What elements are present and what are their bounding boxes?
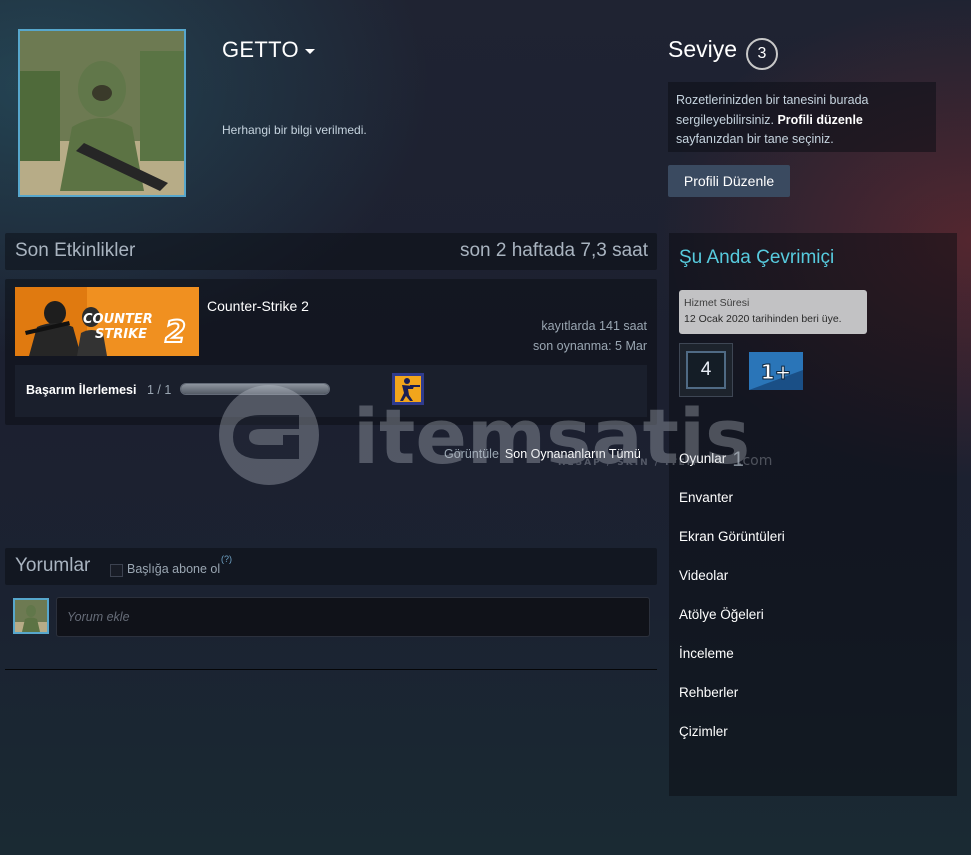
game-capsule-art: COUNTER STRIKE 2 xyxy=(15,287,199,356)
sidebar-item-label: Envanter xyxy=(679,490,734,505)
sidebar-item-label: Oyunlar xyxy=(679,451,727,466)
recent-game: COUNTER STRIKE 2 Counter-Strike 2 kayıtl… xyxy=(5,279,657,425)
plus-badge-icon: 1+ xyxy=(749,352,803,390)
sidebar-nav: Oyunlar 1 Envanter Ekran Görüntüleri Vide… xyxy=(679,448,947,762)
sidebar-item-videos[interactable]: Videolar xyxy=(679,567,947,606)
view-label: Görüntüle xyxy=(444,447,499,461)
plus-badge-text: 1+ xyxy=(761,360,792,384)
profile-sidebar: Şu Anda Çevrimiçi Hizmet Süresi 12 Ocak … xyxy=(669,233,957,796)
profile-avatar[interactable] xyxy=(18,29,186,197)
help-icon[interactable]: (?) xyxy=(221,554,232,564)
sidebar-item-guides[interactable]: Rehberler xyxy=(679,684,947,723)
game-last-played: son oynanma: 5 Mar xyxy=(533,339,647,353)
subscribe-checkbox[interactable] xyxy=(110,564,123,577)
recent-activity-header: Son Etkinlikler son 2 haftada 7,3 saat xyxy=(5,233,657,270)
level-badge[interactable]: 3 xyxy=(746,38,778,70)
view-all-recent: Görüntüle Son Oynananların Tümü xyxy=(444,447,641,461)
achievement-progress-fill xyxy=(181,384,329,394)
online-status: Şu Anda Çevrimiçi xyxy=(679,247,835,268)
capsule-title-line2: STRIKE xyxy=(95,327,147,342)
achievement-progress-row: Başarım İlerlemesi 1 / 1 xyxy=(15,365,647,417)
sidebar-item-count: 1 xyxy=(732,448,744,471)
achievement-progress-label[interactable]: Başarım İlerlemesi xyxy=(26,383,137,397)
edit-profile-link[interactable]: Profili düzenle xyxy=(777,113,862,127)
chevron-down-icon[interactable] xyxy=(304,48,315,54)
years-of-service-badge[interactable]: Hizmet Süresi 12 Ocak 2020 tarihinden be… xyxy=(679,290,867,334)
counter-terrorist-icon xyxy=(392,373,424,405)
service-badge-date: 12 Ocak 2020 tarihinden beri üye. xyxy=(684,313,842,325)
subscribe-label[interactable]: Başlığa abone ol xyxy=(127,562,220,576)
sidebar-item-workshop[interactable]: Atölye Öğeleri xyxy=(679,606,947,645)
capsule-title-line1: COUNTER xyxy=(83,312,153,327)
game-capsule-image[interactable]: COUNTER STRIKE 2 xyxy=(15,287,199,356)
capsule-number: 2 xyxy=(165,315,186,350)
level-label: Seviye xyxy=(668,36,738,62)
comment-avatar-image xyxy=(15,600,47,632)
comment-avatar xyxy=(13,598,49,634)
edit-profile-button[interactable]: Profili Düzenle xyxy=(668,165,790,197)
badge-info-text-end: sayfanızdan bir tane seçiniz. xyxy=(676,132,834,146)
avatar-image xyxy=(20,31,184,195)
profile-summary: Herhangi bir bilgi verilmedi. xyxy=(222,123,367,137)
comments-title: Yorumlar xyxy=(15,555,91,576)
persona-name[interactable]: GETTO xyxy=(222,37,315,63)
years-badge[interactable]: 4 xyxy=(679,343,733,397)
sidebar-item-games[interactable]: Oyunlar 1 xyxy=(679,448,947,489)
sidebar-item-label: Ekran Görüntüleri xyxy=(679,529,785,544)
sidebar-item-inventory[interactable]: Envanter xyxy=(679,489,947,528)
sidebar-item-label: Çizimler xyxy=(679,724,728,739)
sidebar-item-screenshots[interactable]: Ekran Görüntüleri xyxy=(679,528,947,567)
view-all-recent-link[interactable]: Son Oynananların Tümü xyxy=(505,447,641,461)
comments-divider xyxy=(5,669,657,670)
comment-input[interactable] xyxy=(56,597,650,637)
persona-name-text: GETTO xyxy=(222,37,299,62)
recent-playtime: son 2 haftada 7,3 saat xyxy=(459,240,648,261)
achievement-progress-bar xyxy=(180,383,330,395)
service-badge-title: Hizmet Süresi xyxy=(684,297,750,309)
comments-header: Yorumlar Başlığa abone ol (?) xyxy=(5,548,657,585)
sidebar-item-artwork[interactable]: Çizimler xyxy=(679,723,947,762)
plus-badge[interactable]: 1+ xyxy=(749,352,803,390)
game-name-link[interactable]: Counter-Strike 2 xyxy=(207,298,309,314)
achievement-icon[interactable] xyxy=(392,373,424,405)
years-badge-value: 4 xyxy=(686,351,726,389)
achievement-count: 1 / 1 xyxy=(147,383,172,397)
sidebar-item-label: Videolar xyxy=(679,568,729,583)
sidebar-item-label: Rehberler xyxy=(679,685,739,700)
recent-activity-title: Son Etkinlikler xyxy=(15,240,136,261)
badge-info-box: Rozetlerinizden bir tanesini burada serg… xyxy=(668,82,936,152)
sidebar-item-reviews[interactable]: İnceleme xyxy=(679,645,947,684)
sidebar-item-label: İnceleme xyxy=(679,646,734,661)
sidebar-item-label: Atölye Öğeleri xyxy=(679,607,764,622)
game-hours-on-record: kayıtlarda 141 saat xyxy=(541,319,647,333)
